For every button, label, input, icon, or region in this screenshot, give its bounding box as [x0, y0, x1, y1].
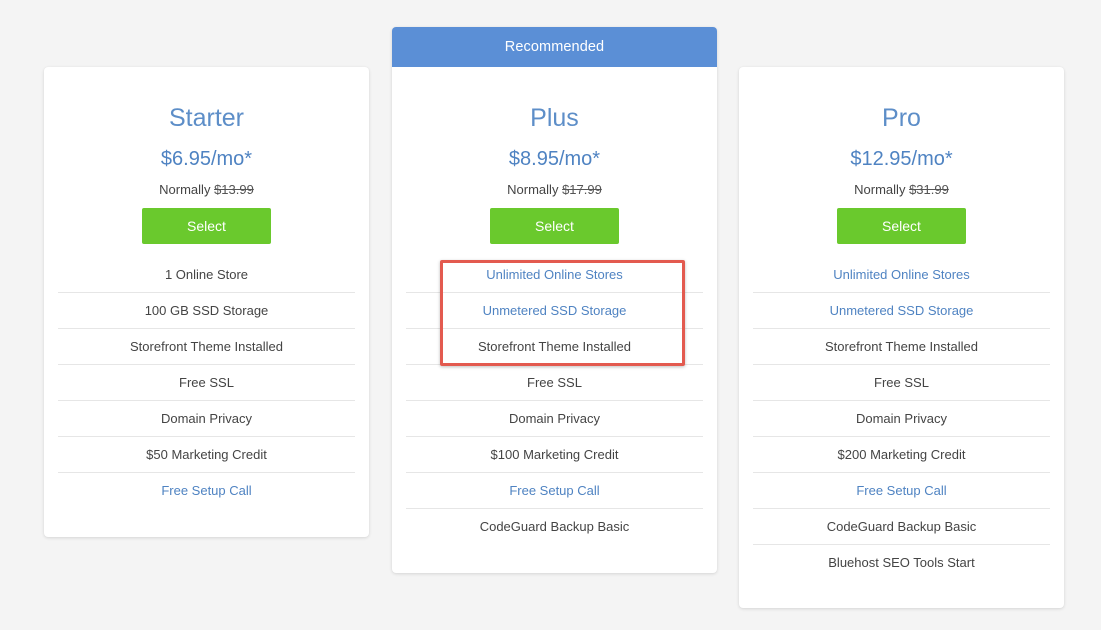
normal-price-line: Normally $13.99	[44, 181, 369, 199]
feature-item: Domain Privacy	[753, 401, 1050, 437]
normally-label: Normally	[507, 182, 563, 197]
feature-list: Unlimited Online Stores Unmetered SSD St…	[753, 257, 1050, 581]
normal-price: $17.99	[562, 182, 602, 197]
recommended-banner: Recommended	[392, 27, 717, 67]
feature-item: Storefront Theme Installed	[406, 329, 703, 365]
plan-price: $8.95/mo*	[508, 148, 601, 170]
feature-link-unlimited-stores[interactable]: Unlimited Online Stores	[406, 257, 703, 293]
pricing-page: Starter $6.95/mo* Normally $13.99 Select…	[0, 0, 1101, 630]
select-button-plus[interactable]: Select	[490, 208, 619, 244]
normally-label: Normally	[159, 182, 215, 197]
feature-list: Unlimited Online Stores Unmetered SSD St…	[406, 257, 703, 545]
feature-item: 1 Online Store	[58, 257, 355, 293]
feature-item: Free SSL	[406, 365, 703, 401]
plan-name: Pro	[882, 104, 921, 132]
feature-item: CodeGuard Backup Basic	[479, 519, 630, 534]
normal-price: $13.99	[214, 182, 254, 197]
feature-link-unmetered-storage[interactable]: Unmetered SSD Storage	[753, 293, 1050, 329]
feature-list: 1 Online Store 100 GB SSD Storage Storef…	[58, 257, 355, 509]
feature-link-unlimited-stores[interactable]: Unlimited Online Stores	[753, 257, 1050, 293]
feature-item: Storefront Theme Installed	[58, 329, 355, 365]
plan-name: Starter	[168, 104, 245, 132]
feature-link-unmetered-storage[interactable]: Unmetered SSD Storage	[406, 293, 703, 329]
normal-price-line: Normally $31.99	[739, 181, 1064, 199]
feature-item: Domain Privacy	[58, 401, 355, 437]
plan-price: $6.95/mo*	[160, 148, 253, 170]
plan-card-plus: Recommended Plus $8.95/mo* Normally $17.…	[392, 27, 717, 573]
normal-price: $31.99	[909, 182, 949, 197]
feature-link-free-setup-call[interactable]: Free Setup Call	[58, 473, 355, 509]
feature-item: Free SSL	[58, 365, 355, 401]
feature-item: $200 Marketing Credit	[753, 437, 1050, 473]
plan-price: $12.95/mo*	[850, 148, 953, 170]
feature-link-free-setup-call[interactable]: Free Setup Call	[753, 473, 1050, 509]
feature-item: 100 GB SSD Storage	[58, 293, 355, 329]
feature-item: Free SSL	[753, 365, 1050, 401]
feature-item: $100 Marketing Credit	[406, 437, 703, 473]
normally-label: Normally	[854, 182, 910, 197]
plan-card-starter: Starter $6.95/mo* Normally $13.99 Select…	[44, 67, 369, 537]
feature-item: $50 Marketing Credit	[58, 437, 355, 473]
select-button-pro[interactable]: Select	[837, 208, 966, 244]
normal-price-line: Normally $17.99	[392, 181, 717, 199]
plan-name: Plus	[530, 104, 579, 132]
feature-item: Domain Privacy	[406, 401, 703, 437]
feature-item: CodeGuard Backup Basic	[753, 509, 1050, 545]
plan-card-pro: Pro $12.95/mo* Normally $31.99 Select Un…	[739, 67, 1064, 608]
select-button-starter[interactable]: Select	[142, 208, 271, 244]
feature-item: Bluehost SEO Tools Start	[828, 555, 975, 570]
feature-item: Storefront Theme Installed	[753, 329, 1050, 365]
feature-link-free-setup-call[interactable]: Free Setup Call	[406, 473, 703, 509]
